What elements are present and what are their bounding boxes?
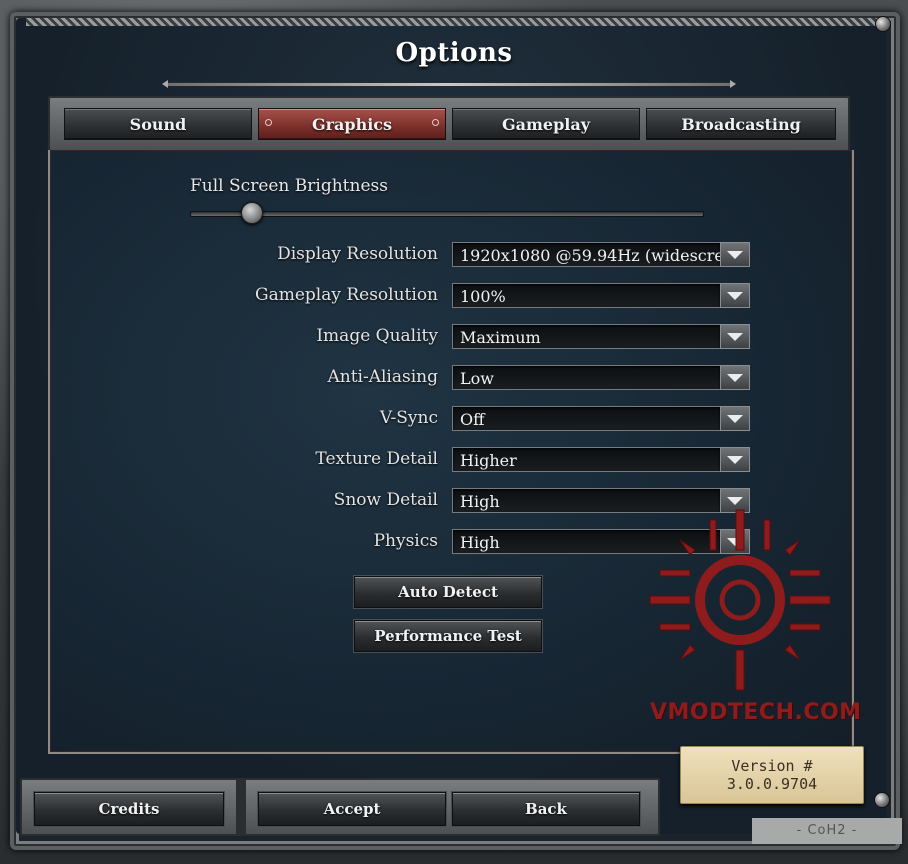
footer-separator <box>236 778 246 836</box>
rivet-icon <box>874 792 890 808</box>
setting-label: Display Resolution <box>277 244 438 264</box>
dropdown-arrow-icon[interactable] <box>720 406 750 431</box>
performance-test-button[interactable]: Performance Test <box>354 620 542 652</box>
credits-label: Credits <box>98 800 160 818</box>
frame-top-stripe <box>26 18 882 26</box>
chevron-down-icon <box>727 455 743 464</box>
tab-graphics-label: Graphics <box>311 114 393 134</box>
chevron-down-icon <box>727 291 743 300</box>
tab-broadcasting-label: Broadcasting <box>681 114 801 134</box>
accept-button[interactable]: Accept <box>258 792 446 826</box>
brightness-slider-track[interactable] <box>190 211 704 217</box>
version-label: Version # <box>731 757 813 775</box>
setting-dropdown[interactable]: 100% <box>452 283 750 310</box>
dropdown-arrow-icon[interactable] <box>720 365 750 390</box>
setting-dropdown[interactable]: Off <box>452 406 750 433</box>
credits-button[interactable]: Credits <box>34 792 224 826</box>
setting-label: Physics <box>373 531 438 551</box>
setting-value[interactable]: Off <box>452 406 720 431</box>
setting-dropdown[interactable]: Maximum <box>452 324 750 351</box>
setting-label: Texture Detail <box>315 449 438 469</box>
setting-value[interactable]: Maximum <box>452 324 720 349</box>
version-number: 3.0.0.9704 <box>726 775 818 793</box>
pin-icon <box>432 119 439 126</box>
setting-label: Gameplay Resolution <box>254 285 438 305</box>
version-plate: Version # 3.0.0.9704 <box>680 746 864 804</box>
dropdown-arrow-icon[interactable] <box>720 283 750 308</box>
tab-sound-label: Sound <box>129 114 187 134</box>
pin-icon <box>265 119 272 126</box>
setting-dropdown[interactable]: Higher <box>452 447 750 474</box>
dropdown-arrow-icon[interactable] <box>720 242 750 267</box>
setting-label: Snow Detail <box>333 490 438 510</box>
chevron-down-icon <box>727 373 743 382</box>
tab-graphics[interactable]: Graphics <box>258 108 446 140</box>
chevron-down-icon <box>727 250 743 259</box>
vmodtech-logo-icon <box>649 509 831 691</box>
setting-label: Anti-Aliasing <box>327 367 438 387</box>
dropdown-arrow-icon[interactable] <box>720 447 750 472</box>
setting-value[interactable]: Higher <box>452 447 720 472</box>
page-title: Options <box>395 38 513 68</box>
chevron-down-icon <box>727 332 743 341</box>
setting-label: Image Quality <box>316 326 438 346</box>
tab-broadcasting[interactable]: Broadcasting <box>646 108 836 140</box>
tab-gameplay[interactable]: Gameplay <box>452 108 640 140</box>
auto-detect-label: Auto Detect <box>398 583 498 601</box>
back-label: Back <box>525 800 567 818</box>
accept-label: Accept <box>323 800 381 818</box>
game-badge: - CoH2 - <box>752 818 902 844</box>
back-button[interactable]: Back <box>452 792 640 826</box>
title-divider <box>162 80 736 88</box>
setting-value[interactable]: 1920x1080 @59.94Hz (widescreen) <box>452 242 720 267</box>
watermark-text: VMODTECH.COM <box>650 700 862 725</box>
rivet-icon <box>875 16 891 32</box>
setting-dropdown[interactable]: Low <box>452 365 750 392</box>
dropdown-arrow-icon[interactable] <box>720 324 750 349</box>
auto-detect-button[interactable]: Auto Detect <box>354 576 542 608</box>
setting-value[interactable]: Low <box>452 365 720 390</box>
setting-dropdown[interactable]: 1920x1080 @59.94Hz (widescreen) <box>452 242 750 269</box>
tab-sound[interactable]: Sound <box>64 108 252 140</box>
chevron-down-icon <box>727 414 743 423</box>
tab-gameplay-label: Gameplay <box>501 114 591 134</box>
setting-value[interactable]: 100% <box>452 283 720 308</box>
performance-test-label: Performance Test <box>374 627 522 645</box>
brightness-label: Full Screen Brightness <box>190 176 388 196</box>
setting-label: V-Sync <box>379 408 438 428</box>
